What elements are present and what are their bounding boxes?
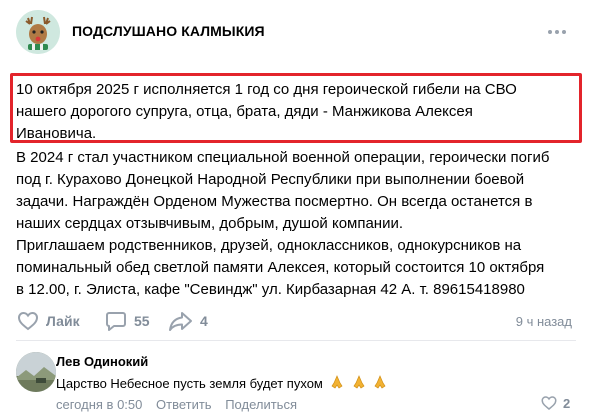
- folded-hands-emoji-icon: [331, 375, 343, 389]
- like-label: Лайк: [46, 313, 80, 329]
- folded-hands-emoji-icon: [353, 375, 364, 389]
- divider: [16, 340, 576, 341]
- folded-hands-emoji-icon: [374, 375, 386, 389]
- like-button[interactable]: Лайк: [16, 304, 80, 338]
- post-header: ПОДСЛУШАНО КАЛМЫКИЯ: [0, 0, 592, 66]
- landscape-avatar-icon: [16, 352, 56, 392]
- post-text-line: поминальный обед светлой памяти Алексея,…: [16, 259, 545, 276]
- post-actions-bar: Лайк 55 4 9 ч назад: [0, 304, 592, 338]
- comment-share-button[interactable]: Поделиться: [225, 397, 297, 412]
- reply-button[interactable]: Ответить: [156, 397, 212, 412]
- group-name[interactable]: ПОДСЛУШАНО КАЛМЫКИЯ: [72, 23, 265, 39]
- comment-time[interactable]: сегодня в 0:50: [56, 397, 142, 412]
- highlight-annotation-box: [10, 73, 582, 143]
- comment-author[interactable]: Лев Одинокий: [56, 354, 148, 369]
- comment-author-avatar[interactable]: [16, 352, 56, 392]
- post-text-line: Приглашаем родственников, друзей, однокл…: [16, 237, 522, 254]
- comment-likes-count: 2: [563, 395, 571, 411]
- comment-icon: [106, 312, 126, 331]
- shares-count: 4: [200, 313, 208, 329]
- comment-like-button[interactable]: 2: [540, 394, 570, 412]
- share-button[interactable]: 4: [168, 304, 208, 338]
- heart-icon: [541, 396, 557, 410]
- deer-avatar-icon: [16, 10, 60, 54]
- share-arrow-icon: [169, 312, 192, 331]
- post-text-line: задачи. Награждён Орденом Мужества посме…: [16, 193, 533, 210]
- comments-count: 55: [134, 313, 150, 329]
- comments-button[interactable]: 55: [104, 304, 150, 338]
- post-text-line: наших сердцах отзывчивым, добрым, душой …: [16, 215, 404, 232]
- post-text-line: в 12.00, г. Элиста, кафе "Севиндж" ул. К…: [16, 281, 525, 298]
- group-avatar[interactable]: [16, 10, 60, 54]
- comment-text: Царство Небесное пусть земля будет пухом: [56, 374, 388, 393]
- heart-icon: [17, 311, 39, 331]
- post-body-text: В 2024 г стал участником специальной вое…: [16, 147, 584, 301]
- emoji-group: [327, 374, 388, 393]
- post-time[interactable]: 9 ч назад: [516, 314, 572, 329]
- comment-meta: сегодня в 0:50 Ответить Поделиться: [56, 397, 307, 412]
- post-text-line: под г. Курахово Донецкой Народной Респуб…: [16, 171, 525, 188]
- post-text-line: В 2024 г стал участником специальной вое…: [16, 149, 550, 166]
- more-dots-icon[interactable]: [546, 22, 568, 42]
- comment-text-content: Царство Небесное пусть земля будет пухом: [56, 376, 323, 391]
